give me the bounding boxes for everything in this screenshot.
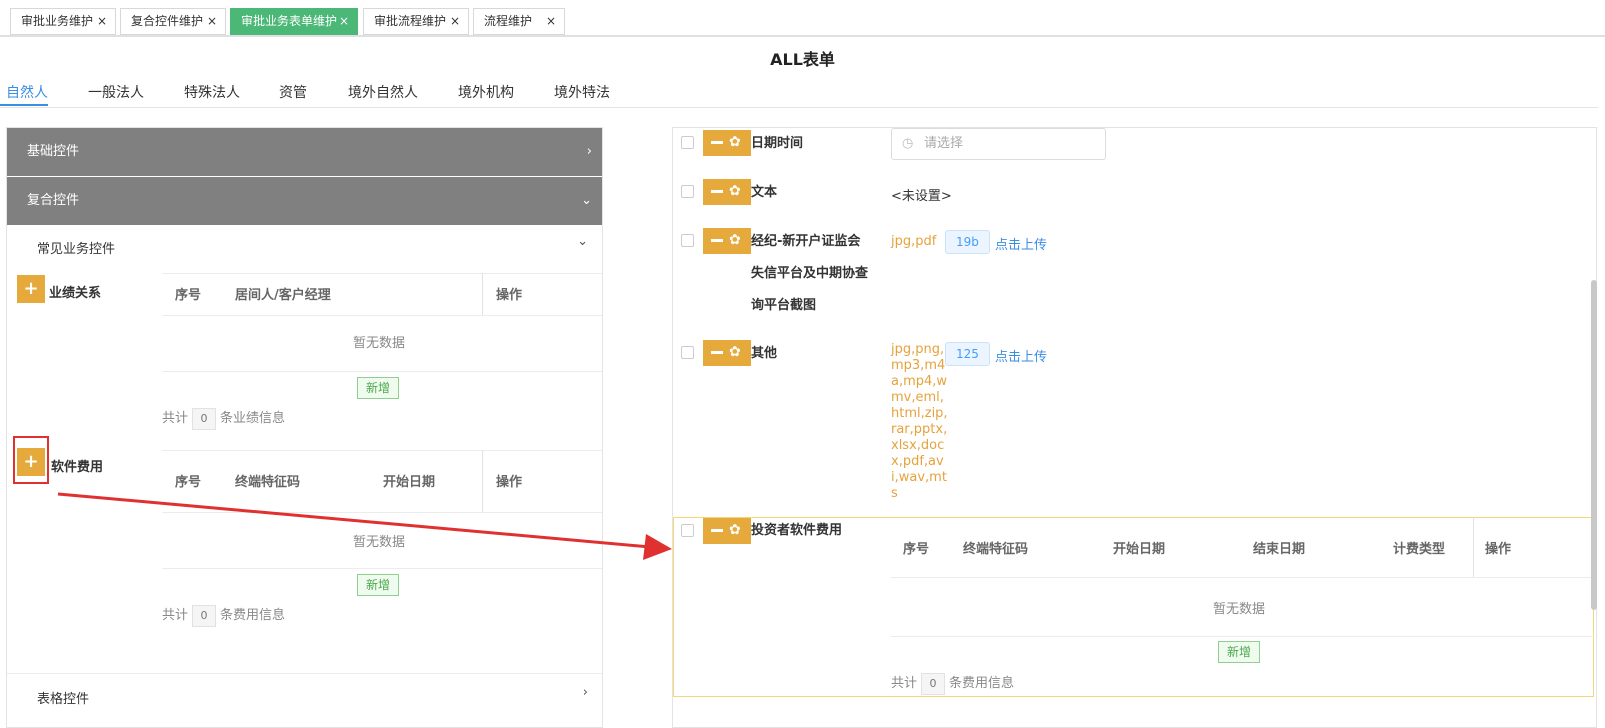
annotation-arrow: [57, 492, 672, 560]
arrow-head: [643, 534, 672, 560]
arrow-shaft: [57, 492, 651, 549]
